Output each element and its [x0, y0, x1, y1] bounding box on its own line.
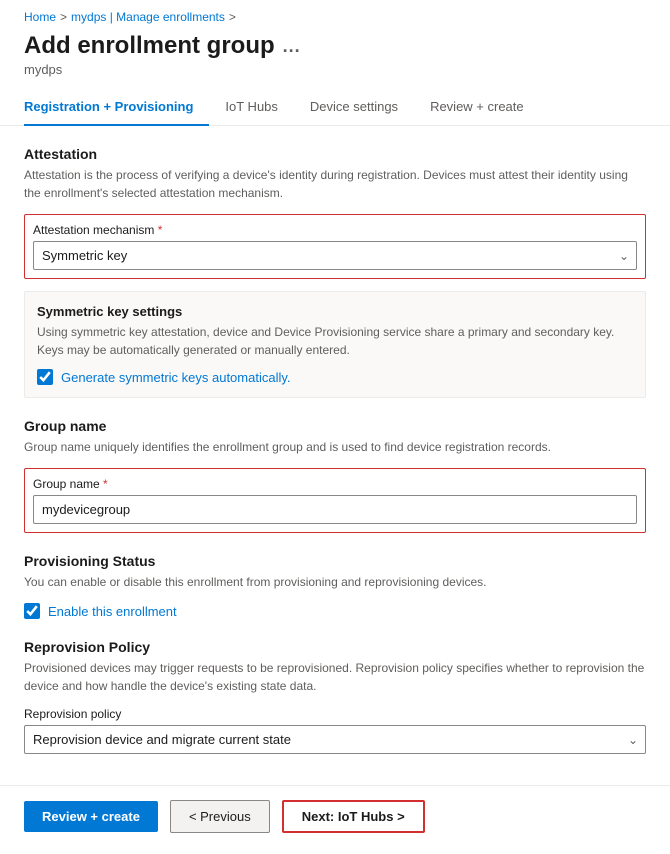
reprovision-title: Reprovision Policy	[24, 639, 646, 655]
attestation-title: Attestation	[24, 146, 646, 162]
page-header: Add enrollment group ... mydps	[0, 28, 670, 89]
group-name-input[interactable]	[33, 495, 637, 524]
attestation-mechanism-label: Attestation mechanism *	[33, 223, 637, 237]
main-content: Attestation Attestation is the process o…	[0, 126, 670, 854]
tab-iot-hubs[interactable]: IoT Hubs	[209, 89, 294, 126]
symmetric-key-desc: Using symmetric key attestation, device …	[37, 323, 633, 359]
breadcrumb-home[interactable]: Home	[24, 10, 56, 24]
tab-device-settings[interactable]: Device settings	[294, 89, 414, 126]
reprovision-select[interactable]: Reprovision device and migrate current s…	[24, 725, 646, 754]
tab-bar: Registration + Provisioning IoT Hubs Dev…	[0, 89, 670, 126]
provisioning-status-title: Provisioning Status	[24, 553, 646, 569]
group-name-desc: Group name uniquely identifies the enrol…	[24, 438, 646, 456]
group-name-section: Group name Group name uniquely identifie…	[24, 418, 646, 533]
provisioning-status-desc: You can enable or disable this enrollmen…	[24, 573, 646, 591]
group-name-label: Group name *	[33, 477, 637, 491]
enable-enrollment-label: Enable this enrollment	[48, 604, 177, 619]
tab-review-create[interactable]: Review + create	[414, 89, 540, 126]
auto-generate-checkbox[interactable]	[37, 369, 53, 385]
auto-generate-label: Generate symmetric keys automatically.	[61, 370, 291, 385]
footer: Review + create < Previous Next: IoT Hub…	[0, 785, 670, 847]
breadcrumb-sep1: >	[60, 10, 67, 24]
reprovision-desc: Provisioned devices may trigger requests…	[24, 659, 646, 695]
enable-enrollment-row: Enable this enrollment	[24, 603, 646, 619]
breadcrumb: Home > mydps | Manage enrollments >	[0, 0, 670, 28]
reprovision-select-wrapper: Reprovision device and migrate current s…	[24, 725, 646, 754]
attestation-mechanism-select[interactable]: Symmetric key X.509 certificates TPM	[33, 241, 637, 270]
next-iot-hubs-button[interactable]: Next: IoT Hubs >	[282, 800, 425, 833]
attestation-mechanism-select-wrapper: Symmetric key X.509 certificates TPM ⌄	[33, 241, 637, 270]
attestation-section: Attestation Attestation is the process o…	[24, 146, 646, 398]
reprovision-policy-label: Reprovision policy	[24, 707, 646, 721]
attestation-desc: Attestation is the process of verifying …	[24, 166, 646, 202]
previous-button[interactable]: < Previous	[170, 800, 270, 833]
auto-generate-checkbox-row: Generate symmetric keys automatically.	[37, 369, 633, 385]
enable-enrollment-checkbox[interactable]	[24, 603, 40, 619]
group-name-field-group: Group name *	[24, 468, 646, 533]
page-title: Add enrollment group ...	[24, 32, 646, 60]
page-subtitle: mydps	[24, 62, 646, 77]
page-title-dots[interactable]: ...	[283, 36, 301, 57]
breadcrumb-mydps[interactable]: mydps | Manage enrollments	[71, 10, 225, 24]
attestation-mechanism-group: Attestation mechanism * Symmetric key X.…	[24, 214, 646, 279]
symmetric-key-title: Symmetric key settings	[37, 304, 633, 319]
breadcrumb-sep2: >	[229, 10, 236, 24]
tab-registration[interactable]: Registration + Provisioning	[24, 89, 209, 126]
group-name-title: Group name	[24, 418, 646, 434]
review-create-button[interactable]: Review + create	[24, 801, 158, 832]
provisioning-status-section: Provisioning Status You can enable or di…	[24, 553, 646, 619]
reprovision-section: Reprovision Policy Provisioned devices m…	[24, 639, 646, 754]
symmetric-key-subsection: Symmetric key settings Using symmetric k…	[24, 291, 646, 398]
